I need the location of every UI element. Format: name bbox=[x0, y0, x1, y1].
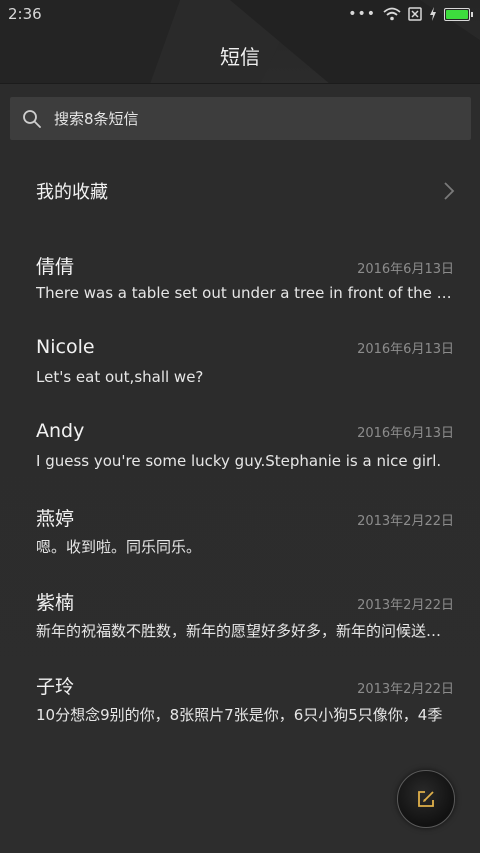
contact-name: 倩倩 bbox=[36, 256, 75, 278]
conversation-item[interactable]: 倩倩 2016年6月13日 There was a table set out … bbox=[36, 244, 454, 328]
battery-level bbox=[446, 9, 468, 19]
messaging-screen: 2:36 ••• 短信 搜索8条短信 我的收藏 倩倩 2016年6月13日 Th… bbox=[0, 0, 480, 853]
message-preview: There was a table set out under a tree i… bbox=[36, 284, 454, 302]
message-date: 2013年2月22日 bbox=[357, 598, 454, 613]
message-preview: Let's eat out,shall we? bbox=[36, 368, 204, 386]
message-date: 2016年6月13日 bbox=[357, 262, 454, 277]
wifi-icon bbox=[383, 7, 401, 21]
conversation-item[interactable]: 紫楠 2013年2月22日 新年的祝福数不胜数，新年的愿望好多好多，新年的问候送… bbox=[36, 580, 454, 664]
battery-icon bbox=[444, 7, 473, 21]
compose-button[interactable] bbox=[397, 770, 455, 828]
message-preview: 新年的祝福数不胜数，新年的愿望好多好多，新年的问候送给你 bbox=[36, 622, 454, 640]
message-date: 2016年6月13日 bbox=[357, 342, 454, 357]
favorites-label: 我的收藏 bbox=[36, 182, 108, 203]
conversation-item[interactable]: 燕婷 2013年2月22日 嗯。收到啦。同乐同乐。 bbox=[36, 496, 454, 580]
status-bar: 2:36 ••• bbox=[0, 0, 480, 28]
message-date: 2013年2月22日 bbox=[357, 682, 454, 697]
message-list: 倩倩 2016年6月13日 There was a table set out … bbox=[36, 244, 454, 748]
message-date: 2016年6月13日 bbox=[357, 426, 454, 441]
favorites-row[interactable]: 我的收藏 bbox=[36, 168, 456, 214]
contact-name: 紫楠 bbox=[36, 592, 75, 614]
contact-name: Andy bbox=[36, 420, 85, 442]
chevron-right-icon bbox=[444, 182, 455, 200]
contact-name: Nicole bbox=[36, 336, 95, 358]
charging-icon bbox=[430, 7, 436, 21]
status-icons: ••• bbox=[348, 6, 473, 22]
contact-name: 燕婷 bbox=[36, 508, 75, 530]
message-preview: I guess you're some lucky guy.Stephanie … bbox=[36, 452, 442, 470]
contact-name: 子玲 bbox=[36, 676, 75, 698]
more-notifications-dots: ••• bbox=[348, 6, 376, 22]
no-sim-icon bbox=[408, 7, 422, 21]
page-title: 短信 bbox=[220, 45, 260, 69]
app-header: 短信 bbox=[0, 28, 480, 84]
conversation-item[interactable]: Nicole 2016年6月13日 Let's eat out,shall we… bbox=[36, 328, 454, 412]
message-date: 2013年2月22日 bbox=[357, 514, 454, 529]
search-bar[interactable]: 搜索8条短信 bbox=[10, 97, 471, 140]
message-preview: 嗯。收到啦。同乐同乐。 bbox=[36, 538, 202, 556]
conversation-item[interactable]: Andy 2016年6月13日 I guess you're some luck… bbox=[36, 412, 454, 496]
message-preview: 10分想念9别的你，8张照片7张是你，6只小狗5只像你，4季 bbox=[36, 706, 443, 724]
search-icon bbox=[23, 109, 41, 128]
conversation-item[interactable]: 子玲 2013年2月22日 10分想念9别的你，8张照片7张是你，6只小狗5只像… bbox=[36, 664, 454, 748]
search-input[interactable]: 搜索8条短信 bbox=[54, 108, 139, 129]
status-time: 2:36 bbox=[8, 5, 42, 23]
compose-icon bbox=[418, 791, 434, 807]
